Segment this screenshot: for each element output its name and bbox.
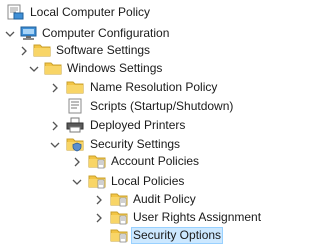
- tree-item-label: Windows Settings: [67, 61, 163, 75]
- tree-item-label: Computer Configuration: [42, 26, 170, 40]
- tree-item-security-options[interactable]: Security Options: [0, 225, 278, 247]
- folder-icon: [66, 79, 84, 95]
- chevron-right-icon[interactable]: [70, 155, 84, 169]
- tree-item-label: Deployed Printers: [90, 118, 186, 132]
- policy-folder-icon: [88, 153, 106, 169]
- folder-icon: [44, 60, 62, 76]
- tree-item-label: Security Options: [130, 227, 224, 244]
- tree-item-label: Scripts (Startup/Shutdown): [90, 99, 234, 113]
- policy-folder-icon: [88, 173, 106, 189]
- folder-icon: [33, 42, 51, 58]
- chevron-right-icon[interactable]: [17, 44, 31, 58]
- policy-folder-icon: [110, 227, 128, 243]
- chevron-right-icon[interactable]: [92, 193, 106, 207]
- chevron-right-icon[interactable]: [48, 81, 62, 95]
- script-icon: [66, 98, 84, 114]
- security-folder-icon: [66, 136, 84, 152]
- tree-item-account-policies[interactable]: Account Policies: [0, 151, 278, 173]
- tree-item-local-computer-policy[interactable]: Local Computer Policy: [0, 2, 278, 24]
- tree-item-label: User Rights Assignment: [133, 210, 262, 224]
- chevron-right-icon[interactable]: [48, 119, 62, 133]
- tree-item-label: Security Settings: [90, 137, 181, 151]
- computer-icon: [20, 25, 38, 41]
- tree-item-label: Local Policies: [111, 174, 185, 188]
- tree-item-label: Name Resolution Policy: [90, 80, 218, 94]
- chevron-down-icon[interactable]: [48, 138, 62, 152]
- chevron-down-icon[interactable]: [27, 62, 41, 76]
- policy-tree: Local Computer Policy Computer Configura…: [0, 0, 278, 246]
- tree-item-label: Software Settings: [56, 43, 151, 57]
- tree-item-label: Audit Policy: [133, 192, 196, 206]
- chevron-down-icon[interactable]: [3, 27, 17, 41]
- tree-item-label: Account Policies: [111, 154, 200, 168]
- policy-computer-icon: [6, 4, 24, 20]
- chevron-right-icon[interactable]: [92, 211, 106, 225]
- policy-folder-icon: [110, 209, 128, 225]
- printer-icon: [66, 117, 84, 133]
- tree-item-label: Local Computer Policy: [30, 5, 151, 19]
- policy-folder-icon: [110, 191, 128, 207]
- chevron-down-icon[interactable]: [70, 175, 84, 189]
